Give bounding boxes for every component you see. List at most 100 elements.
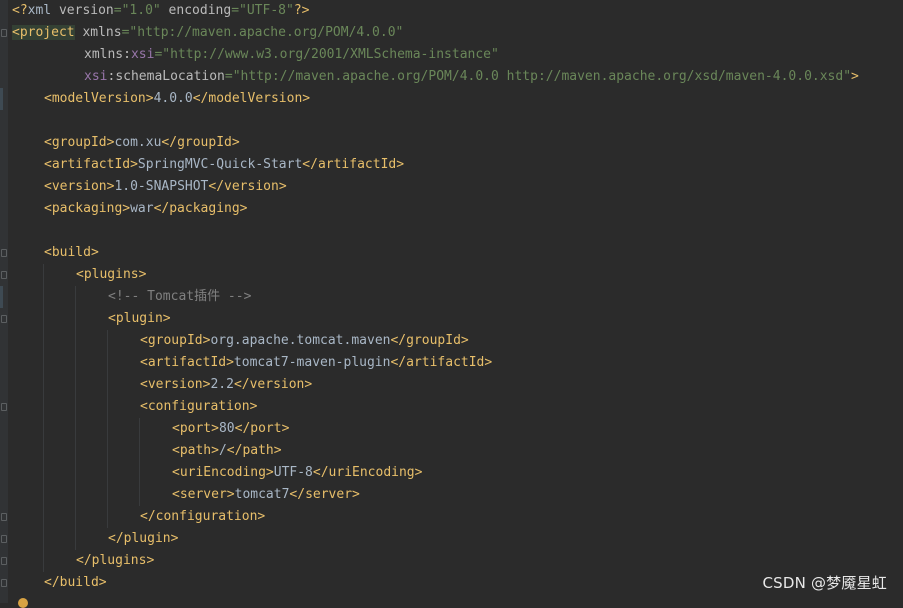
code-line-model-version[interactable]: <modelVersion>4.0.0</modelVersion> (44, 88, 310, 110)
code-line-server[interactable]: <server>tomcat7</server> (172, 484, 360, 506)
code-line-artifact-id[interactable]: <artifactId>SpringMVC-Quick-Start</artif… (44, 154, 404, 176)
code-token: </build> (44, 575, 107, 590)
indent-guide (75, 286, 76, 550)
code-token: <plugins> (76, 267, 147, 282)
code-token: <groupId> (140, 333, 211, 348)
code-token: </artifactId> (390, 355, 493, 370)
fold-marker-icon[interactable] (1, 579, 7, 587)
code-token: <? (12, 3, 28, 18)
code-token: <uriEncoding> (172, 465, 274, 480)
fold-marker-icon[interactable] (1, 535, 7, 543)
code-token: <artifactId> (44, 157, 138, 172)
code-editor[interactable]: <?xml version="1.0" encoding="UTF-8"?> <… (0, 0, 903, 608)
code-token: <version> (44, 179, 115, 194)
code-token: <version> (140, 377, 211, 392)
code-token: "http://www.w3.org/2001/XMLSchema-instan… (162, 47, 499, 62)
code-token: version (51, 3, 114, 18)
code-token: <modelVersion> (44, 91, 154, 106)
change-marker (0, 286, 3, 308)
code-token: </groupId> (161, 135, 240, 150)
code-token: "http://maven.apache.org/POM/4.0.0 http:… (232, 69, 852, 84)
code-token: </uriEncoding> (312, 465, 423, 480)
code-line-plugins-open[interactable]: <plugins> (76, 264, 146, 286)
code-line-plugin-close[interactable]: </plugin> (108, 528, 178, 550)
code-token: </version> (208, 179, 287, 194)
code-token: = (231, 3, 240, 18)
code-token: encoding (160, 3, 232, 18)
code-token: </configuration> (140, 509, 266, 524)
code-line-build-close[interactable]: </build> (44, 572, 107, 594)
code-token: <plugin> (108, 311, 171, 326)
lightbulb-icon[interactable] (18, 598, 28, 608)
watermark: CSDN @梦魇星虹 (762, 574, 887, 592)
code-token: </path> (226, 443, 282, 458)
fold-marker-icon[interactable] (1, 513, 7, 521)
fold-marker-icon[interactable] (1, 403, 7, 411)
code-line-configuration-close[interactable]: </configuration> (140, 506, 265, 528)
code-token: xsi (84, 69, 108, 84)
code-token: <groupId> (44, 135, 115, 150)
code-line-xmlns-xsi[interactable]: xmlns:xsi="http://www.w3.org/2001/XMLSch… (84, 44, 499, 66)
code-token: </version> (233, 377, 313, 392)
fold-marker-icon[interactable] (1, 271, 7, 279)
code-token: = (113, 3, 122, 18)
code-token: </artifactId> (302, 157, 405, 172)
code-token: tomcat7-maven-plugin (233, 355, 391, 370)
fold-marker-icon[interactable] (1, 315, 7, 323)
code-token: 4.0.0 (153, 91, 193, 106)
code-token: "http://maven.apache.org/POM/4.0.0" (129, 25, 404, 40)
code-token: "1.0" (121, 3, 161, 18)
code-line-plugins-close[interactable]: </plugins> (76, 550, 154, 572)
code-token: <path> (172, 443, 219, 458)
code-line-port[interactable]: <port>80</port> (172, 418, 289, 440)
code-token: <port> (172, 421, 219, 436)
code-token: UTF-8 (273, 465, 313, 480)
code-token: <artifactId> (140, 355, 234, 370)
code-token: xml (27, 3, 52, 18)
code-token: 1.0-SNAPSHOT (114, 179, 209, 194)
code-token: SpringMVC-Quick-Start (137, 157, 303, 172)
indent-guide (107, 330, 108, 528)
change-marker (0, 88, 3, 110)
code-line-group-id[interactable]: <groupId>com.xu</groupId> (44, 132, 240, 154)
code-token: org.apache.tomcat.maven (210, 333, 391, 348)
code-token: </groupId> (390, 333, 469, 348)
code-line-xml-declaration[interactable]: <?xml version="1.0" encoding="UTF-8"?> (12, 0, 309, 22)
code-token: xmlns (84, 47, 124, 62)
code-line-plugin-artifact-id[interactable]: <artifactId>tomcat7-maven-plugin</artifa… (140, 352, 492, 374)
fold-marker-icon[interactable] (1, 557, 7, 565)
code-token: </modelVersion> (192, 91, 311, 106)
code-token: / (218, 443, 227, 458)
code-token: war (130, 201, 154, 216)
code-line-build-open[interactable]: <build> (44, 242, 99, 264)
code-line-comment[interactable]: <!-- Tomcat插件 --> (108, 286, 251, 308)
code-token: 2.2 (210, 377, 234, 392)
code-token: </packaging> (153, 201, 248, 216)
code-token: com.xu (114, 135, 162, 150)
code-token: : (123, 47, 131, 62)
code-line-plugin-open[interactable]: <plugin> (108, 308, 171, 330)
indent-guide (139, 418, 140, 506)
code-token: <packaging> (44, 201, 131, 216)
code-line-plugin-group-id[interactable]: <groupId>org.apache.tomcat.maven</groupI… (140, 330, 469, 352)
code-token: <project (12, 25, 75, 40)
code-token: = (224, 69, 233, 84)
code-token: "UTF-8" (239, 3, 294, 18)
code-line-path[interactable]: <path>/</path> (172, 440, 282, 462)
code-token: schemaLocation (115, 69, 225, 84)
indent-guide (43, 264, 44, 572)
code-line-project-open[interactable]: <project xmlns="http://maven.apache.org/… (12, 22, 403, 44)
code-line-uri-encoding[interactable]: <uriEncoding>UTF-8</uriEncoding> (172, 462, 422, 484)
code-token: xsi (130, 47, 155, 62)
code-line-schema-location[interactable]: xsi:schemaLocation="http://maven.apache.… (84, 66, 859, 88)
code-line-packaging[interactable]: <packaging>war</packaging> (44, 198, 248, 220)
code-token: <build> (44, 245, 99, 260)
code-line-plugin-version[interactable]: <version>2.2</version> (140, 374, 312, 396)
code-line-configuration-open[interactable]: <configuration> (140, 396, 257, 418)
code-token: <!-- Tomcat插件 --> (108, 289, 252, 304)
code-line-version[interactable]: <version>1.0-SNAPSHOT</version> (44, 176, 287, 198)
code-token: ?> (293, 3, 310, 18)
fold-marker-icon[interactable] (1, 249, 7, 257)
code-token: </server> (289, 487, 360, 502)
fold-marker-icon[interactable] (1, 29, 7, 37)
